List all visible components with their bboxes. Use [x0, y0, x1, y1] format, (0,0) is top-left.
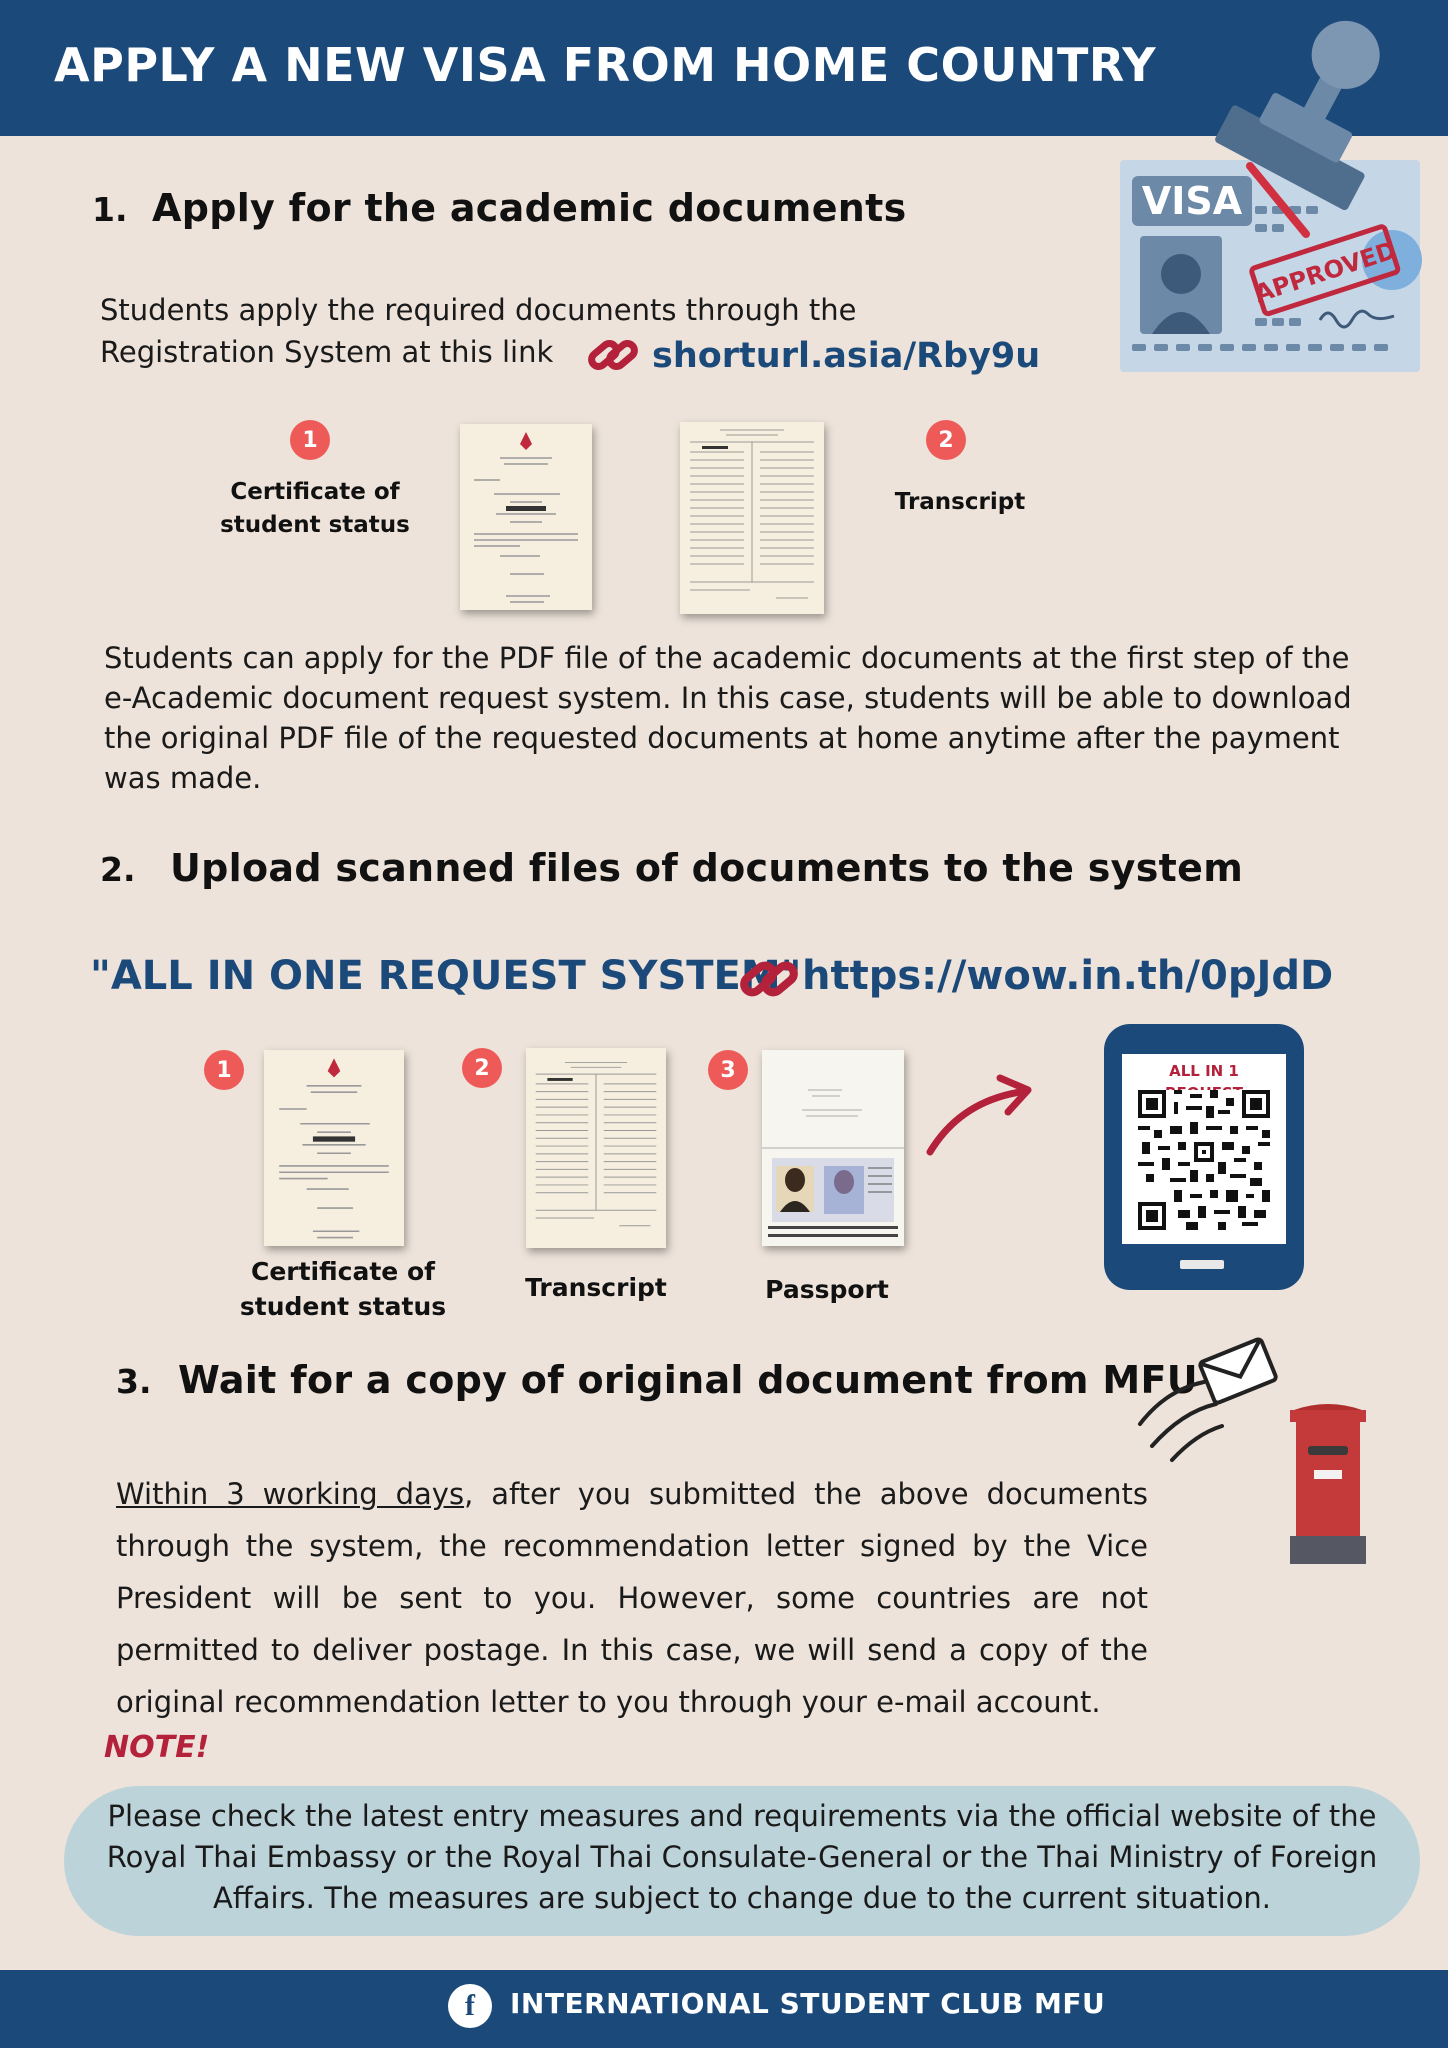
section3-number: 3. [116, 1362, 152, 1401]
facebook-icon[interactable]: f [448, 1984, 492, 2028]
note-text: Please check the latest entry measures a… [106, 1799, 1378, 1915]
note-label: NOTE! [104, 1730, 210, 1765]
request-system-link[interactable]: https://wow.in.th/0pJdD [802, 953, 1333, 999]
certificate-document-image [460, 424, 592, 610]
visa-label: VISA [1142, 179, 1243, 223]
qr-code[interactable] [1138, 1090, 1270, 1230]
link-icon [588, 340, 638, 370]
passport-image [762, 1050, 904, 1246]
certificate-label-line2: student status [239, 1292, 447, 1321]
link-icon [740, 961, 798, 997]
certificate-label-line1: Certificate of [230, 479, 400, 505]
section1-number: 1. [92, 190, 128, 229]
transcript-document-image [526, 1048, 666, 1248]
section3-paragraph: Within 3 working days, after you submitt… [116, 1468, 1148, 1728]
registration-link[interactable]: shorturl.asia/Rby9u [652, 336, 1040, 376]
step-badge-1: 1 [204, 1050, 244, 1090]
passport-label: Passport [765, 1275, 889, 1304]
all-in-one-tag: ALL IN 1 REQUEST [1130, 1060, 1278, 1102]
phone-home-button [1180, 1260, 1224, 1269]
system-name: "ALL IN ONE REQUEST SYSTEM" [90, 953, 802, 999]
transcript-label: Transcript [525, 1273, 667, 1302]
section1-intro-line2: Registration System at this link [100, 335, 554, 369]
section3-paragraph-rest: , after you submitted the above document… [116, 1477, 1148, 1719]
certificate-label: Certificate of student status [228, 1254, 458, 1324]
section1-intro-line1: Students apply the required documents th… [100, 293, 857, 327]
section1-title: Apply for the academic documents [152, 186, 907, 230]
certificate-document-image [264, 1050, 404, 1246]
section1-paragraph: Students can apply for the PDF file of t… [104, 641, 1352, 795]
arrow-icon [926, 1074, 1032, 1156]
transcript-document-image [680, 422, 824, 614]
certificate-label-line2: student status [220, 512, 410, 538]
section3-title: Wait for a copy of original document fro… [178, 1358, 1198, 1402]
step-badge-1: 1 [290, 420, 330, 460]
page-title: APPLY A NEW VISA FROM HOME COUNTRY [54, 38, 1157, 92]
step-badge-2: 2 [462, 1048, 502, 1088]
footer-club-name[interactable]: INTERNATIONAL STUDENT CLUB MFU [510, 1987, 1105, 2020]
certificate-label-line1: Certificate of [250, 1257, 436, 1286]
visa-approved-illustration: VISA APPROVED [1120, 20, 1422, 372]
flying-envelope-icon [1138, 1337, 1278, 1462]
step-badge-3: 3 [708, 1050, 748, 1090]
transcript-label: Transcript [894, 489, 1026, 515]
mailbox-icon [1290, 1404, 1366, 1564]
step-badge-2: 2 [926, 420, 966, 460]
section3-underlined-lead: Within 3 working days [116, 1477, 465, 1511]
section2-title: Upload scanned files of documents to the… [170, 846, 1244, 890]
section2-number: 2. [100, 850, 136, 889]
certificate-label: Certificate of student status [200, 476, 430, 542]
